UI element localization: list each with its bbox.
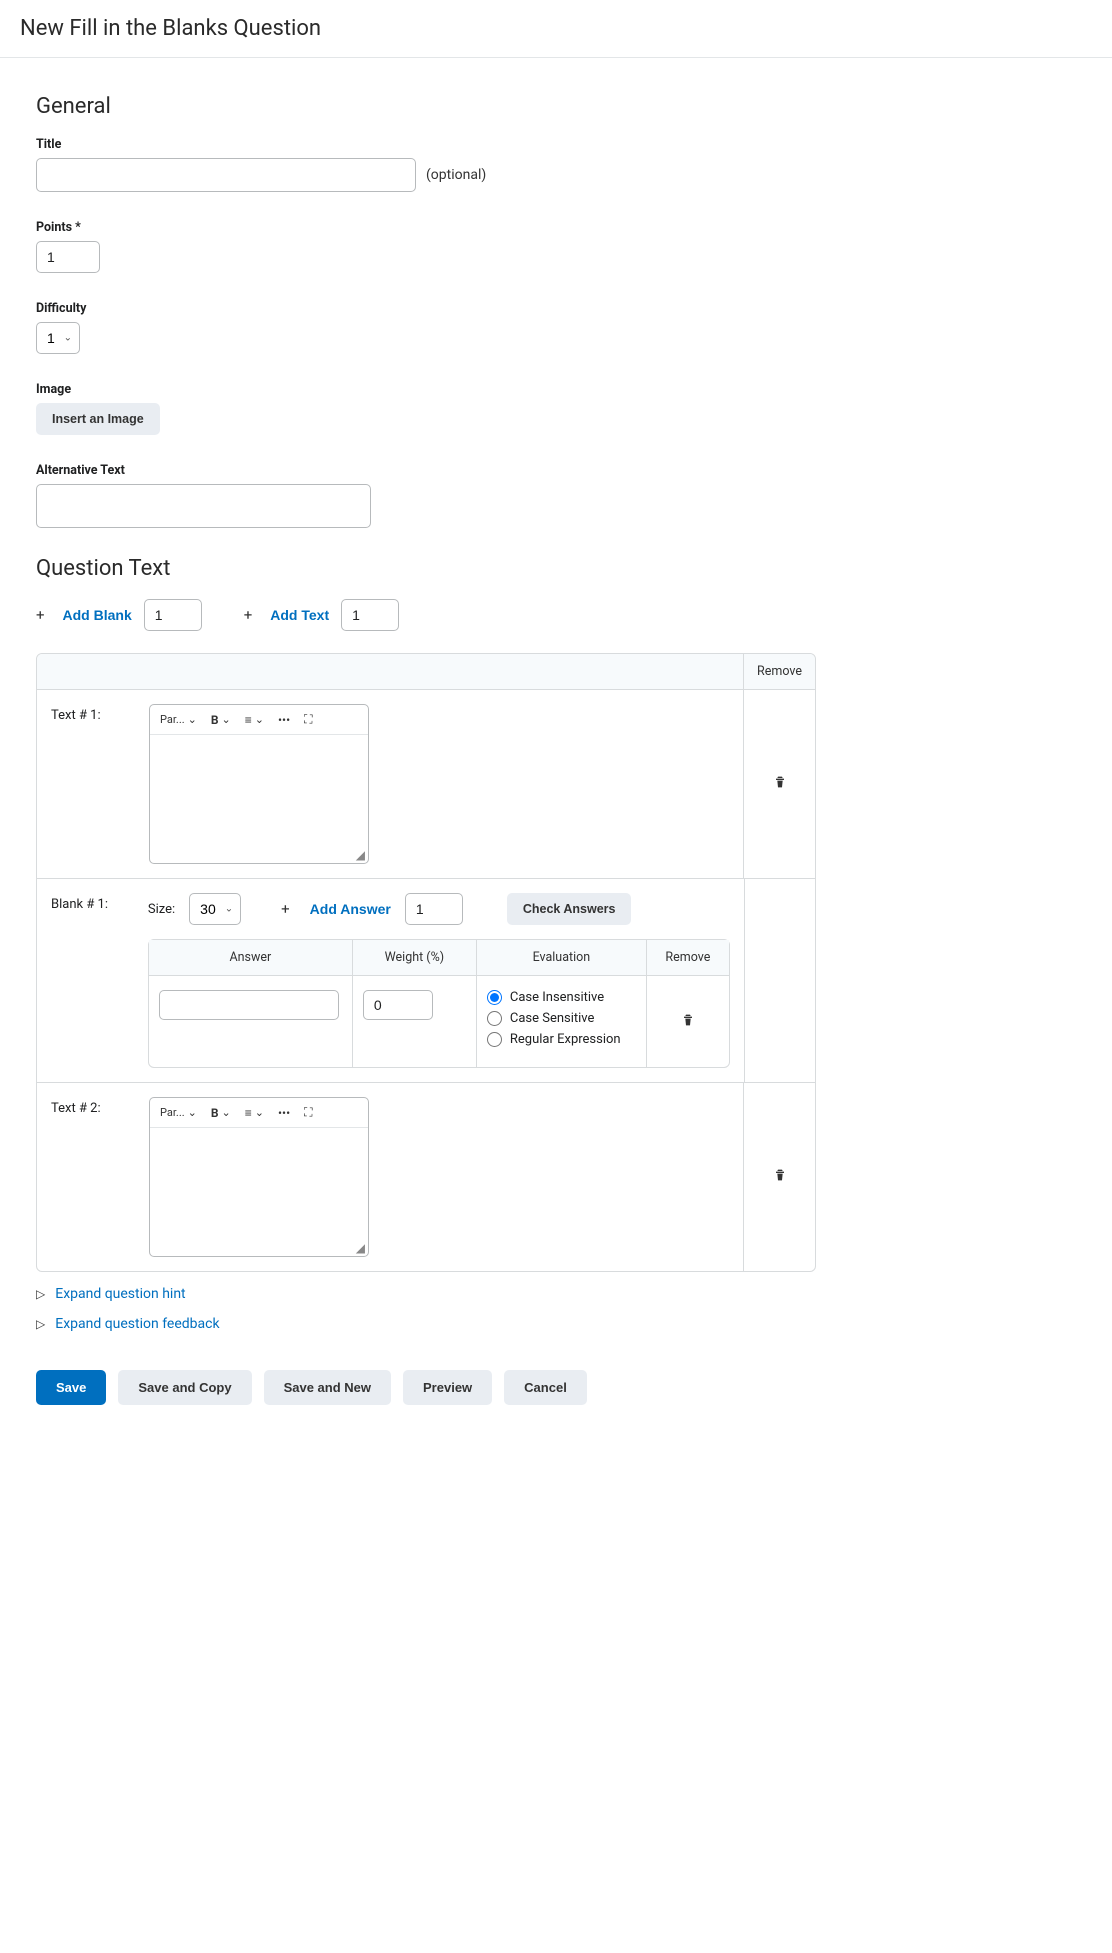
delete-answer-button[interactable] — [680, 1012, 696, 1032]
eval-ci-radio[interactable] — [487, 990, 502, 1005]
plus-icon: + — [36, 606, 45, 624]
image-label: Image — [36, 382, 824, 397]
rte-more-button[interactable]: ••• — [276, 710, 292, 730]
eval-case-sensitive[interactable]: Case Sensitive — [487, 1011, 636, 1026]
triangle-right-icon: ▷ — [36, 1317, 45, 1331]
save-and-copy-button[interactable]: Save and Copy — [118, 1370, 251, 1405]
footer-buttons: Save Save and Copy Save and New Preview … — [36, 1370, 824, 1405]
page-title: New Fill in the Blanks Question — [20, 16, 1092, 41]
rte-text2[interactable]: Par... ⌄ B ⌄ ≡ ⌄ ••• ⛶ ◢ — [149, 1097, 369, 1257]
remove-answer-header: Remove — [647, 940, 729, 975]
preview-button[interactable]: Preview — [403, 1370, 492, 1405]
alt-text-label: Alternative Text — [36, 463, 824, 478]
expand-feedback-row: ▷ Expand question feedback — [36, 1316, 824, 1332]
text-count-input[interactable] — [341, 599, 399, 631]
difficulty-field: Difficulty 1 ⌄ — [36, 301, 824, 354]
alt-text-field: Alternative Text — [36, 463, 824, 528]
rte-paragraph-dropdown[interactable]: Par... ⌄ — [158, 710, 199, 729]
check-answers-button[interactable]: Check Answers — [507, 893, 632, 925]
title-optional: (optional) — [426, 167, 486, 183]
points-input[interactable] — [36, 241, 100, 273]
alt-text-input[interactable] — [36, 484, 371, 528]
points-label: Points * — [36, 220, 824, 235]
rte-text1[interactable]: Par... ⌄ B ⌄ ≡ ⌄ ••• ⛶ ◢ — [149, 704, 369, 864]
add-answer-button[interactable]: Add Answer — [310, 901, 391, 917]
text1-label: Text # 1: — [37, 690, 147, 878]
rte-align-button[interactable]: ≡ ⌄ — [243, 710, 266, 730]
title-input[interactable] — [36, 158, 416, 192]
remove-header: Remove — [743, 654, 815, 689]
answer-header: Answer — [149, 940, 353, 975]
question-table: Remove Text # 1: Par... ⌄ B ⌄ ≡ ⌄ ••• ⛶ … — [36, 653, 816, 1272]
question-text-heading: Question Text — [36, 556, 824, 581]
weight-input[interactable] — [363, 990, 433, 1020]
points-field: Points * — [36, 220, 824, 273]
title-label: Title — [36, 137, 824, 152]
expand-hint-link[interactable]: Expand question hint — [55, 1286, 185, 1302]
resize-handle-icon[interactable]: ◢ — [356, 1241, 365, 1255]
page-header: New Fill in the Blanks Question — [0, 0, 1112, 58]
rte-more-button[interactable]: ••• — [276, 1103, 292, 1123]
rte-bold-button[interactable]: B ⌄ — [209, 710, 233, 730]
rte-bold-button[interactable]: B ⌄ — [209, 1103, 233, 1123]
triangle-right-icon: ▷ — [36, 1287, 45, 1301]
answer-count-input[interactable] — [405, 893, 463, 925]
resize-handle-icon[interactable]: ◢ — [356, 848, 365, 862]
add-controls: + Add Blank + Add Text — [36, 599, 824, 631]
answer-input[interactable] — [159, 990, 339, 1020]
rte-fullscreen-button[interactable]: ⛶ — [302, 709, 314, 730]
delete-text2-button[interactable] — [772, 1167, 788, 1187]
text2-label: Text # 2: — [37, 1083, 147, 1271]
blank-row-1: Blank # 1: Size: 30 ⌄ + Add Answer Ch — [37, 879, 815, 1083]
blank1-label: Blank # 1: — [37, 879, 146, 1082]
eval-re-radio[interactable] — [487, 1032, 502, 1047]
evaluation-header: Evaluation — [477, 940, 647, 975]
eval-regex[interactable]: Regular Expression — [487, 1032, 636, 1047]
difficulty-label: Difficulty — [36, 301, 824, 316]
expand-hint-row: ▷ Expand question hint — [36, 1286, 824, 1302]
save-button[interactable]: Save — [36, 1370, 106, 1405]
eval-case-insensitive[interactable]: Case Insensitive — [487, 990, 636, 1005]
question-table-header: Remove — [37, 654, 815, 690]
eval-cs-radio[interactable] — [487, 1011, 502, 1026]
text-row-1: Text # 1: Par... ⌄ B ⌄ ≡ ⌄ ••• ⛶ ◢ — [37, 690, 815, 879]
rte-textarea-1[interactable]: ◢ — [150, 735, 368, 863]
size-select[interactable]: 30 — [189, 893, 241, 925]
delete-text1-button[interactable] — [772, 774, 788, 794]
general-heading: General — [36, 94, 824, 119]
weight-header: Weight (%) — [353, 940, 477, 975]
answer-table: Answer Weight (%) Evaluation Remove — [148, 939, 730, 1068]
rte-textarea-2[interactable]: ◢ — [150, 1128, 368, 1256]
text-row-2: Text # 2: Par... ⌄ B ⌄ ≡ ⌄ ••• ⛶ ◢ — [37, 1083, 815, 1271]
insert-image-button[interactable]: Insert an Image — [36, 403, 160, 435]
size-label: Size: — [148, 902, 175, 917]
rte-paragraph-dropdown[interactable]: Par... ⌄ — [158, 1103, 199, 1122]
rte-fullscreen-button[interactable]: ⛶ — [302, 1102, 314, 1123]
blank-count-input[interactable] — [144, 599, 202, 631]
image-field: Image Insert an Image — [36, 382, 824, 435]
plus-icon: + — [281, 900, 290, 918]
add-text-button[interactable]: Add Text — [270, 607, 329, 623]
save-and-new-button[interactable]: Save and New — [264, 1370, 391, 1405]
plus-icon: + — [244, 606, 253, 624]
content: General Title (optional) Points * Diffic… — [0, 58, 860, 1455]
add-blank-button[interactable]: Add Blank — [63, 607, 132, 623]
title-field: Title (optional) — [36, 137, 824, 192]
expand-feedback-link[interactable]: Expand question feedback — [55, 1316, 219, 1332]
cancel-button[interactable]: Cancel — [504, 1370, 587, 1405]
difficulty-select[interactable]: 1 — [36, 322, 80, 354]
rte-align-button[interactable]: ≡ ⌄ — [243, 1103, 266, 1123]
